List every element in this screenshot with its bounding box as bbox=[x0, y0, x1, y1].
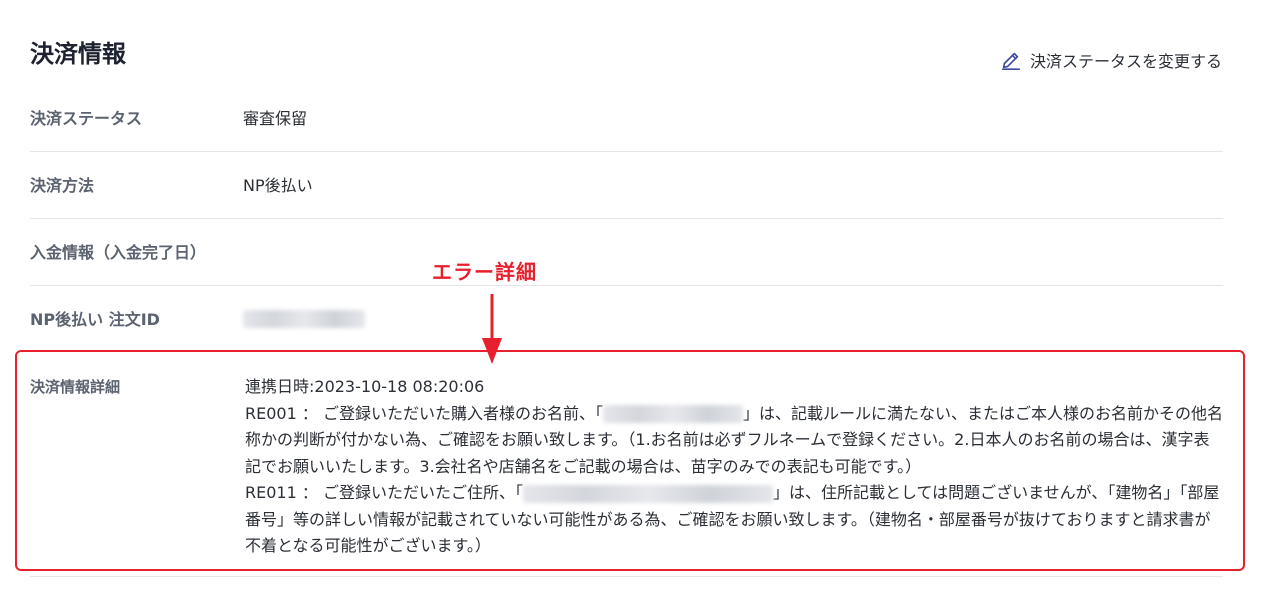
error-re011: RE011 ： ご登録いただいたご住所、「 」は、住所記載としては問題ございません… bbox=[245, 480, 1225, 560]
page-title: 決済情報 bbox=[30, 40, 126, 68]
re001-prefix: RE001 ： ご登録いただいた購入者様のお名前、「 bbox=[245, 403, 603, 423]
payment-status-label: 決済ステータス bbox=[30, 109, 143, 128]
np-order-id-value bbox=[243, 308, 365, 328]
redacted-order-id bbox=[243, 309, 365, 328]
redacted-name bbox=[602, 405, 743, 423]
error-re001: RE001 ： ご登録いただいた購入者様のお名前、「 」は、記載ルールに満たない、… bbox=[245, 401, 1225, 481]
np-order-id-label: NP後払い 注文ID bbox=[30, 310, 160, 329]
payment-detail-label: 決済情報詳細 bbox=[30, 378, 121, 396]
redacted-address bbox=[522, 484, 773, 503]
payment-status-value: 審査保留 bbox=[243, 109, 308, 128]
pencil-icon bbox=[1001, 52, 1021, 70]
payment-detail-content: 連携日時:2023-10-18 08:20:06 RE001 ： ご登録いただい… bbox=[245, 374, 1225, 560]
re011-prefix: RE011 ： ご登録いただいたご住所、「 bbox=[245, 483, 523, 502]
row-deposit-info: 入金情報（入金完了日） bbox=[30, 239, 1223, 286]
change-status-label: 決済ステータスを変更する bbox=[1029, 52, 1222, 71]
row-payment-method: 決済方法 NP後払い bbox=[30, 172, 1223, 219]
payment-method-label: 決済方法 bbox=[30, 176, 95, 195]
deposit-info-label: 入金情報（入金完了日） bbox=[30, 243, 207, 262]
payment-method-value: NP後払い bbox=[243, 176, 313, 195]
arrow-down-icon bbox=[482, 294, 502, 364]
payment-detail-section: 決済情報詳細 連携日時:2023-10-18 08:20:06 RE001 ： … bbox=[30, 360, 1223, 577]
change-status-link[interactable]: 決済ステータスを変更する bbox=[1000, 48, 1222, 72]
error-detail-callout: エラー詳細 bbox=[432, 260, 537, 284]
row-np-order-id: NP後払い 注文ID bbox=[30, 306, 1223, 352]
row-payment-status: 決済ステータス 審査保留 bbox=[30, 105, 1223, 152]
linked-datetime: 連携日時:2023-10-18 08:20:06 bbox=[245, 377, 485, 396]
